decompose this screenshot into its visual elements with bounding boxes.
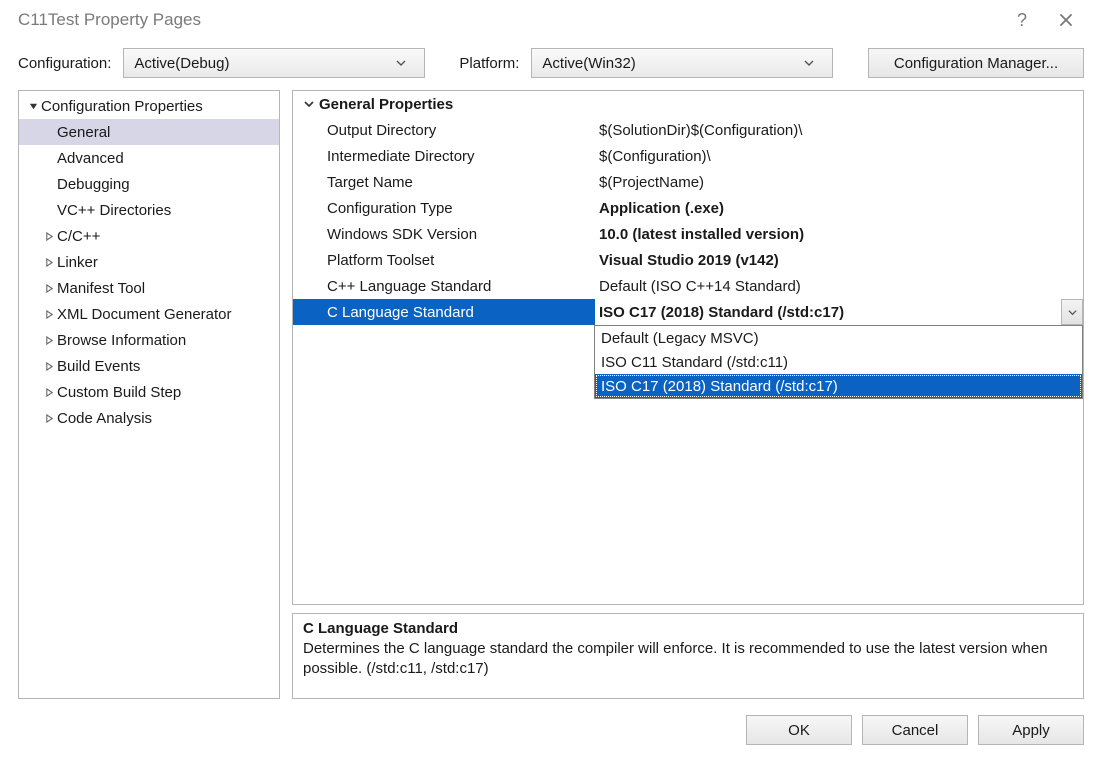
tree-item[interactable]: Custom Build Step — [19, 379, 279, 405]
platform-combo[interactable]: Active(Win32) — [531, 48, 833, 78]
triangle-down-icon — [25, 102, 41, 111]
property-name: Platform Toolset — [293, 247, 595, 273]
property-row[interactable]: Target Name$(ProjectName) — [293, 169, 1083, 195]
tree-item[interactable]: Debugging — [19, 171, 279, 197]
chevron-down-icon — [396, 58, 416, 68]
help-icon[interactable]: ? — [1000, 10, 1044, 31]
help-title: C Language Standard — [303, 620, 1073, 637]
triangle-right-icon — [41, 414, 57, 423]
titlebar: C11Test Property Pages ? — [0, 0, 1102, 40]
tree-item-label: XML Document Generator — [57, 306, 232, 323]
property-value[interactable]: $(Configuration)\ — [595, 143, 1083, 169]
configuration-label: Configuration: — [18, 55, 111, 72]
cancel-button[interactable]: Cancel — [862, 715, 968, 745]
property-name: C++ Language Standard — [293, 273, 595, 299]
tree-item-label: C/C++ — [57, 228, 100, 245]
tree-item-label: Manifest Tool — [57, 280, 145, 297]
tree-item[interactable]: General — [19, 119, 279, 145]
tree-item[interactable]: Build Events — [19, 353, 279, 379]
group-title: General Properties — [319, 96, 453, 113]
property-row[interactable]: Output Directory$(SolutionDir)$(Configur… — [293, 117, 1083, 143]
triangle-right-icon — [41, 388, 57, 397]
property-name: Output Directory — [293, 117, 595, 143]
toolbar: Configuration: Active(Debug) Platform: A… — [0, 40, 1102, 86]
apply-button[interactable]: Apply — [978, 715, 1084, 745]
configuration-combo[interactable]: Active(Debug) — [123, 48, 425, 78]
property-row[interactable]: C Language StandardISO C17 (2018) Standa… — [293, 299, 1083, 325]
tree-item[interactable]: VC++ Directories — [19, 197, 279, 223]
tree-item-label: Build Events — [57, 358, 140, 375]
property-grid[interactable]: General Properties Output Directory$(Sol… — [292, 90, 1084, 605]
triangle-right-icon — [41, 336, 57, 345]
property-row[interactable]: Windows SDK Version10.0 (latest installe… — [293, 221, 1083, 247]
property-value[interactable]: ISO C17 (2018) Standard (/std:c17) — [595, 299, 1083, 325]
property-name: Target Name — [293, 169, 595, 195]
close-icon[interactable] — [1044, 13, 1088, 27]
property-row[interactable]: Configuration TypeApplication (.exe) — [293, 195, 1083, 221]
tree-pane[interactable]: Configuration Properties General Advanced… — [18, 90, 280, 699]
property-value[interactable]: Visual Studio 2019 (v142) — [595, 247, 1083, 273]
tree-item-label: Advanced — [57, 150, 124, 167]
configuration-value: Active(Debug) — [134, 55, 396, 72]
help-pane: C Language Standard Determines the C lan… — [292, 613, 1084, 699]
tree-item[interactable]: Linker — [19, 249, 279, 275]
dropdown-option[interactable]: ISO C11 Standard (/std:c11) — [595, 350, 1082, 374]
group-header[interactable]: General Properties — [293, 91, 1083, 117]
chevron-down-icon — [299, 99, 319, 109]
tree-root-label: Configuration Properties — [41, 98, 203, 115]
body: Configuration Properties General Advanced… — [0, 86, 1102, 709]
tree-item[interactable]: XML Document Generator — [19, 301, 279, 327]
property-row[interactable]: Intermediate Directory$(Configuration)\ — [293, 143, 1083, 169]
triangle-right-icon — [41, 232, 57, 241]
tree-root[interactable]: Configuration Properties — [19, 93, 279, 119]
property-value[interactable]: Application (.exe) — [595, 195, 1083, 221]
tree-item[interactable]: Browse Information — [19, 327, 279, 353]
triangle-right-icon — [41, 310, 57, 319]
ok-button[interactable]: OK — [746, 715, 852, 745]
property-name: Windows SDK Version — [293, 221, 595, 247]
property-name: Configuration Type — [293, 195, 595, 221]
dropdown-option[interactable]: Default (Legacy MSVC) — [595, 326, 1082, 350]
triangle-right-icon — [41, 284, 57, 293]
property-pages-window: C11Test Property Pages ? Configuration: … — [0, 0, 1102, 759]
triangle-right-icon — [41, 362, 57, 371]
tree-item-label: VC++ Directories — [57, 202, 171, 219]
property-row[interactable]: C++ Language StandardDefault (ISO C++14 … — [293, 273, 1083, 299]
property-value[interactable]: 10.0 (latest installed version) — [595, 221, 1083, 247]
tree-item-label: Browse Information — [57, 332, 186, 349]
tree-item[interactable]: C/C++ — [19, 223, 279, 249]
tree-item[interactable]: Code Analysis — [19, 405, 279, 431]
dropdown-button[interactable] — [1061, 299, 1083, 325]
property-name: Intermediate Directory — [293, 143, 595, 169]
property-value[interactable]: Default (ISO C++14 Standard) — [595, 273, 1083, 299]
tree-item-label: Debugging — [57, 176, 130, 193]
help-body: Determines the C language standard the c… — [303, 639, 1073, 680]
c-language-standard-dropdown[interactable]: Default (Legacy MSVC)ISO C11 Standard (/… — [594, 325, 1083, 399]
tree-item-label: General — [57, 124, 110, 141]
property-value[interactable]: $(SolutionDir)$(Configuration)\ — [595, 117, 1083, 143]
chevron-down-icon — [804, 58, 824, 68]
tree-item-label: Custom Build Step — [57, 384, 181, 401]
window-title: C11Test Property Pages — [18, 10, 201, 30]
platform-value: Active(Win32) — [542, 55, 804, 72]
tree-item-label: Code Analysis — [57, 410, 152, 427]
right-column: General Properties Output Directory$(Sol… — [292, 90, 1084, 699]
configuration-manager-button[interactable]: Configuration Manager... — [868, 48, 1084, 78]
triangle-right-icon — [41, 258, 57, 267]
property-row[interactable]: Platform ToolsetVisual Studio 2019 (v142… — [293, 247, 1083, 273]
tree-item[interactable]: Advanced — [19, 145, 279, 171]
property-value[interactable]: $(ProjectName) — [595, 169, 1083, 195]
dropdown-option[interactable]: ISO C17 (2018) Standard (/std:c17) — [595, 374, 1082, 398]
footer: OK Cancel Apply — [0, 709, 1102, 759]
tree-item-label: Linker — [57, 254, 98, 271]
property-name: C Language Standard — [293, 299, 595, 325]
platform-label: Platform: — [459, 55, 519, 72]
tree-item[interactable]: Manifest Tool — [19, 275, 279, 301]
